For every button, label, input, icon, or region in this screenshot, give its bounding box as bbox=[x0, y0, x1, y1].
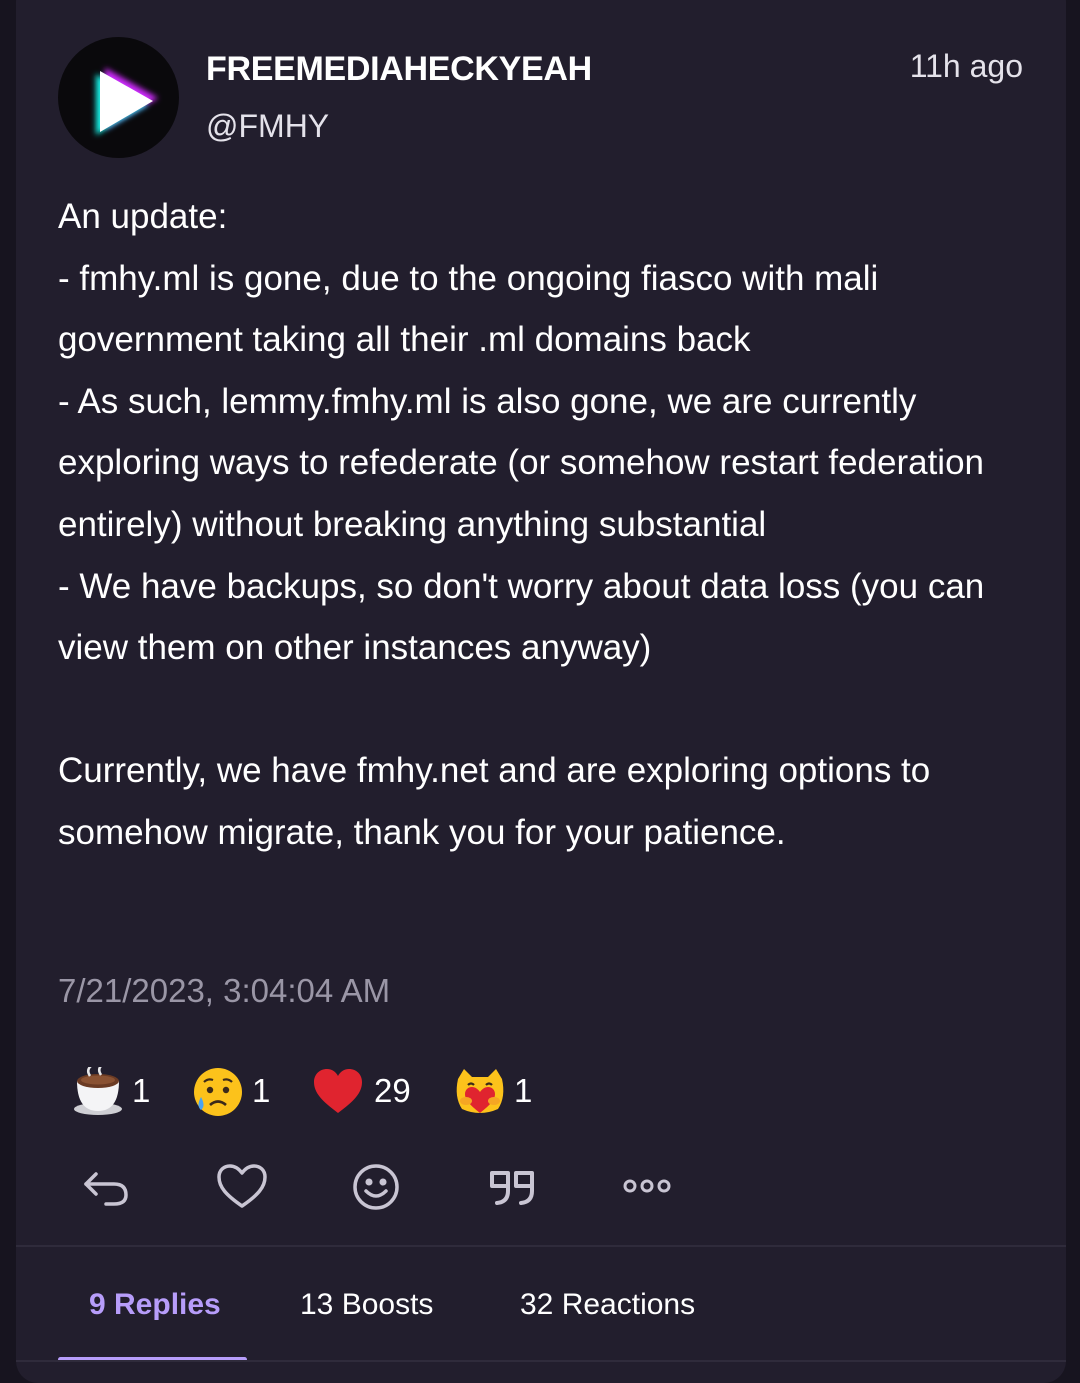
quote-icon bbox=[490, 1171, 534, 1205]
sad-sweat-face-icon bbox=[194, 1068, 242, 1116]
time-ago[interactable]: 11h ago bbox=[910, 48, 1023, 85]
heart-outline-icon bbox=[217, 1164, 267, 1208]
react-button[interactable] bbox=[348, 1160, 404, 1216]
reply-button[interactable] bbox=[80, 1160, 136, 1216]
heart-icon bbox=[314, 1069, 362, 1113]
coffee-icon bbox=[74, 1067, 122, 1115]
cat-hugging-heart-icon bbox=[456, 1069, 504, 1113]
reaction-count: 29 bbox=[374, 1072, 411, 1109]
quote-button[interactable] bbox=[484, 1160, 540, 1216]
post-paragraph: An update: - fmhy.ml is gone, due to the… bbox=[58, 197, 985, 668]
smiley-icon bbox=[353, 1164, 399, 1210]
post-content: An update: - fmhy.ml is gone, due to the… bbox=[58, 186, 1038, 864]
avatar[interactable] bbox=[58, 37, 179, 158]
user-handle[interactable]: @FMHY bbox=[206, 108, 329, 145]
reaction-count: 1 bbox=[132, 1072, 151, 1109]
play-icon bbox=[96, 68, 158, 135]
reaction-count: 1 bbox=[514, 1072, 533, 1109]
tab-replies[interactable]: 9 Replies bbox=[89, 1288, 221, 1322]
tab-reactions[interactable]: 32 Reactions bbox=[520, 1288, 695, 1322]
more-icon bbox=[623, 1179, 671, 1193]
more-button[interactable] bbox=[620, 1160, 676, 1216]
reply-icon bbox=[84, 1172, 128, 1206]
favorite-button[interactable] bbox=[214, 1160, 270, 1216]
post-paragraph: Currently, we have fmhy.net and are expl… bbox=[58, 751, 931, 852]
divider bbox=[16, 1360, 1066, 1362]
reaction-count: 1 bbox=[252, 1072, 271, 1109]
post-timestamp: 7/21/2023, 3:04:04 AM bbox=[58, 972, 391, 1009]
divider bbox=[16, 1245, 1066, 1247]
display-name[interactable]: FREEMEDIAHECKYEAH bbox=[206, 50, 592, 89]
tab-boosts[interactable]: 13 Boosts bbox=[300, 1288, 433, 1322]
